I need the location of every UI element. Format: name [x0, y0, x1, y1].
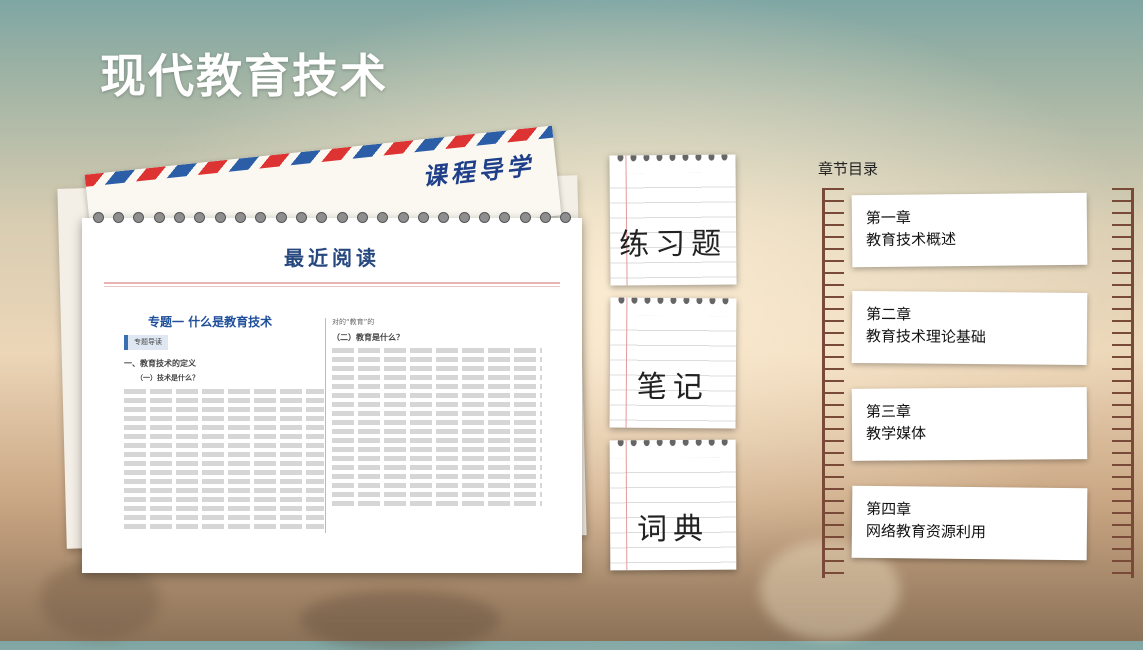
chapter-name: 教育技术理论基础 [865, 327, 987, 347]
chapter-name: 网络教育资源利用 [865, 521, 987, 542]
chapter-2-card[interactable]: 第二章 教育技术理论基础 [851, 290, 1088, 366]
chapter-1-card[interactable]: 第一章 教育技术概述 [851, 192, 1088, 268]
exercises-label: 练习题 [619, 226, 728, 263]
binder-rings [82, 212, 582, 226]
chapter-number: 第一章 [865, 208, 911, 228]
page-title: 现代教育技术 [100, 49, 388, 103]
right-section-heading: （二）教育是什么？ [332, 333, 404, 342]
topic-guide-tag: 专题导读 [124, 335, 168, 350]
right-intro: 对的“教育”的 [332, 318, 375, 326]
chapter-number: 第二章 [866, 305, 912, 324]
notes-label: 笔记 [636, 369, 709, 406]
notes-card[interactable]: 笔记 [609, 297, 737, 429]
chapter-name: 教学媒体 [866, 424, 927, 443]
exercises-card[interactable]: 练习题 [609, 154, 737, 286]
dictionary-label: 词典 [637, 511, 710, 548]
chapter-number: 第四章 [866, 499, 912, 519]
topic-title: 专题一 什么是教育技术 [148, 315, 273, 329]
chapter-directory-title: 章节目录 [818, 160, 879, 178]
chapter-4-card[interactable]: 第四章 网络教育资源利用 [851, 485, 1088, 561]
reading-paper[interactable]: 最近阅读 专题一 什么是教育技术 专题导读 一、教育技术的定义 （一）技术是什么… [82, 212, 582, 573]
reading-right-column: 对的“教育”的 （二）教育是什么？ [332, 316, 542, 510]
chapter-3-card[interactable]: 第三章 教学媒体 [851, 387, 1088, 461]
recent-reading-heading: 最近阅读 [284, 246, 380, 270]
subsection-heading: （一）技术是什么？ [136, 374, 199, 382]
ruler-right [1112, 188, 1134, 578]
dictionary-card[interactable]: 词典 [609, 439, 737, 571]
section-heading: 一、教育技术的定义 [124, 359, 196, 368]
chapter-name: 教育技术概述 [866, 230, 957, 250]
chapter-number: 第三章 [865, 402, 911, 421]
course-guide-label: 课程导学 [421, 150, 536, 192]
ruler-left [822, 188, 844, 578]
reading-left-column: 专题一 什么是教育技术 专题导读 一、教育技术的定义 （一）技术是什么？ [124, 316, 324, 533]
